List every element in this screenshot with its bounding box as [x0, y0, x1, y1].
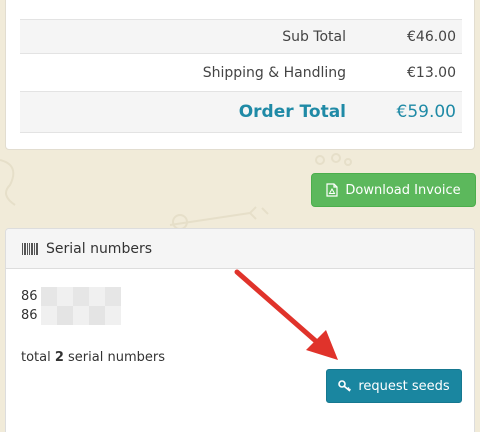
order-total-value: €59.00	[396, 102, 456, 122]
sub-total-label: Sub Total	[282, 28, 346, 45]
serial-number-visible-part: 86	[21, 289, 38, 304]
order-totals-card: Sub Total €46.00 Shipping & Handling €13…	[5, 0, 475, 150]
serial-number-item: 86	[21, 287, 121, 306]
order-total-row: Order Total €59.00	[20, 91, 462, 133]
total-prefix: total	[21, 350, 55, 365]
order-total-label: Order Total	[238, 102, 346, 122]
shipping-row: Shipping & Handling €13.00	[20, 53, 462, 91]
shipping-label: Shipping & Handling	[202, 64, 346, 81]
barcode-icon	[22, 242, 38, 255]
sub-total-value: €46.00	[407, 28, 456, 45]
total-count: 2	[54, 350, 64, 365]
sub-total-row: Sub Total €46.00	[20, 19, 462, 53]
download-invoice-label: Download Invoice	[345, 182, 461, 198]
key-icon	[338, 380, 352, 392]
serial-numbers-title: Serial numbers	[46, 240, 152, 257]
request-seeds-label: request seeds	[358, 378, 450, 394]
serial-number-visible-part: 86	[21, 308, 38, 323]
serial-number-item: 86	[21, 306, 121, 325]
serial-number-list: 86 86	[21, 287, 121, 325]
download-invoice-button[interactable]: Download Invoice	[311, 173, 476, 207]
redacted-serial-mask	[41, 306, 121, 325]
total-suffix: serial numbers	[63, 350, 165, 365]
file-pdf-icon	[326, 183, 338, 197]
redacted-serial-mask	[41, 287, 121, 306]
serial-numbers-header: Serial numbers	[6, 229, 474, 269]
shipping-value: €13.00	[407, 64, 456, 81]
request-seeds-button[interactable]: request seeds	[326, 369, 462, 403]
serial-numbers-total: total 2 serial numbers	[21, 350, 165, 365]
order-totals-table: Sub Total €46.00 Shipping & Handling €13…	[20, 19, 462, 133]
serial-numbers-panel: Serial numbers 86 86 total 2 serial numb…	[5, 228, 475, 432]
